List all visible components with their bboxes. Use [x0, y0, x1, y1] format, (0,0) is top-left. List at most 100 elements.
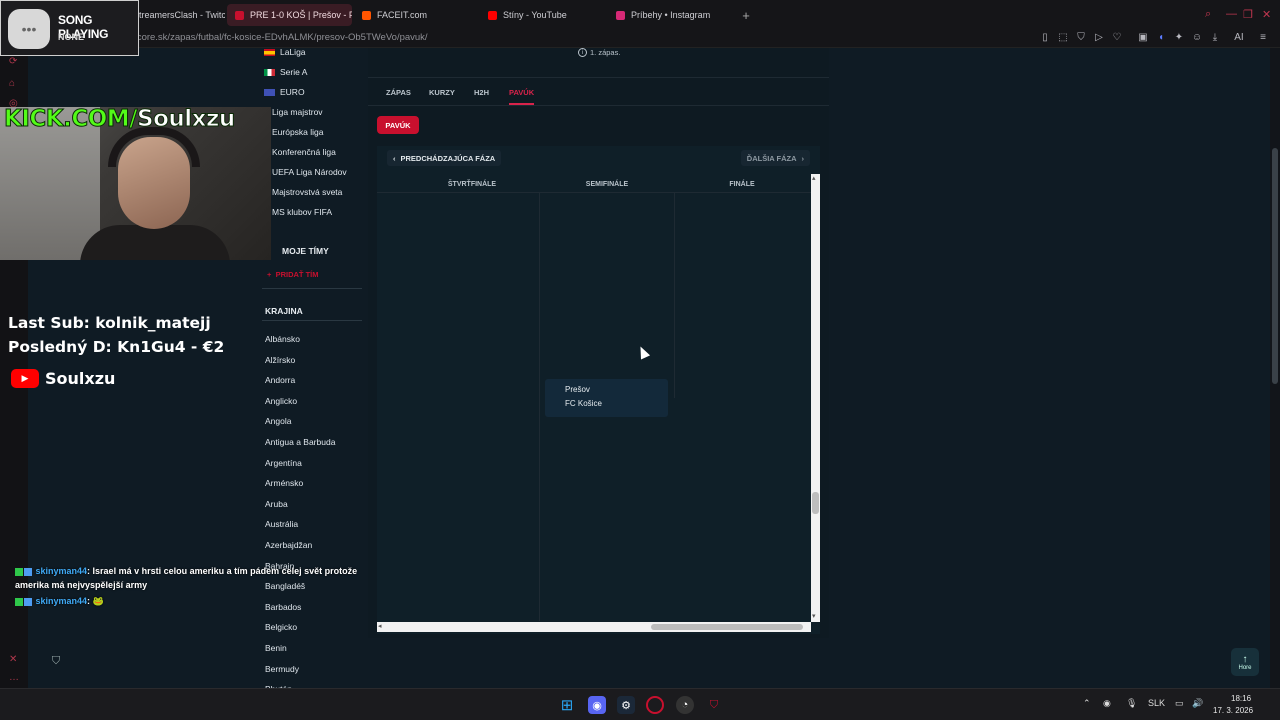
tab-label: Príbehy • Instagram: [631, 10, 711, 20]
headphones-icon: [108, 127, 200, 167]
scroll-down-icon[interactable]: ▾: [812, 612, 816, 620]
league-item-europa[interactable]: Európska liga: [272, 124, 324, 140]
youtube-name: Soulxzu: [45, 369, 116, 388]
kick-badge-icon: [15, 597, 23, 606]
maximize-icon[interactable]: ❐: [1243, 8, 1253, 21]
profile-icon[interactable]: ☺: [1190, 32, 1204, 43]
country-item[interactable]: Anglicko: [265, 396, 297, 406]
minimize-icon[interactable]: —: [1226, 8, 1237, 20]
league-item-club-world-cup[interactable]: MS klubov FIFA: [272, 204, 332, 220]
league-item-conference[interactable]: Konferenčná liga: [272, 144, 336, 160]
volume-icon[interactable]: 🔊: [1192, 698, 1203, 709]
sidebar-more-icon[interactable]: …: [9, 672, 19, 683]
country-item[interactable]: Barbados: [265, 602, 301, 612]
opera-gx-icon[interactable]: [646, 696, 664, 714]
url-field[interactable]: flashscore.sk/zapas/futbal/fc-kosice-EDv…: [112, 32, 428, 43]
close-icon[interactable]: ✕: [1262, 8, 1271, 21]
new-tab-button[interactable]: +: [738, 4, 754, 26]
country-item[interactable]: Benin: [265, 643, 287, 653]
search-icon[interactable]: ⌕: [1205, 8, 1211, 21]
shield-icon[interactable]: ⛉: [1074, 32, 1088, 43]
league-item-nations[interactable]: UEFA Liga Národov: [272, 164, 347, 180]
scroll-thumb[interactable]: [651, 624, 803, 630]
tab-bracket[interactable]: PAVÚK: [509, 88, 534, 97]
horizontal-scrollbar[interactable]: ◂: [377, 622, 811, 632]
country-item[interactable]: Arménsko: [265, 478, 303, 488]
youtube-handle: ▶ Soulxzu: [11, 369, 115, 388]
league-item-world-cup[interactable]: Majstrovstvá sveta: [272, 184, 342, 200]
chat-message-continued: amerika má nejvyspělejší army: [15, 580, 148, 590]
tab-match[interactable]: ZÁPAS: [386, 88, 411, 97]
menu-icon[interactable]: ≡: [1256, 32, 1270, 43]
bracket-filter-pill[interactable]: PAVÚK: [377, 116, 419, 134]
chevron-right-icon: ›: [801, 153, 805, 163]
discord-icon[interactable]: ◉: [588, 696, 606, 714]
windows-start-icon[interactable]: ⊞: [558, 696, 576, 714]
country-item[interactable]: Belgicko: [265, 622, 297, 632]
country-item[interactable]: Andorra: [265, 375, 295, 385]
heart-icon[interactable]: ♡: [1110, 32, 1124, 43]
clock-date[interactable]: 17. 3. 2026: [1213, 706, 1253, 715]
extension-icon[interactable]: ▣: [1136, 32, 1150, 43]
country-item[interactable]: Albánsko: [265, 334, 300, 344]
scroll-thumb[interactable]: [812, 492, 819, 514]
next-phase-button[interactable]: ĎALŠIA FÁZA ›: [740, 150, 810, 166]
country-item[interactable]: Bangladéš: [265, 581, 305, 591]
language-indicator[interactable]: SLK: [1148, 698, 1165, 708]
league-item-champions[interactable]: Liga majstrov: [272, 104, 323, 120]
tab-odds[interactable]: KURZY: [429, 88, 455, 97]
snapshot-icon[interactable]: ⬚: [1056, 32, 1070, 43]
tab-faceit[interactable]: FACEIT.com: [354, 4, 474, 26]
play-icon[interactable]: ▷: [1092, 32, 1106, 43]
scroll-up-icon[interactable]: ▴: [812, 174, 816, 182]
microphone-icon[interactable]: 🎙: [1126, 698, 1137, 709]
tray-chevron-up-icon[interactable]: ⌃: [1083, 698, 1091, 709]
obs-icon[interactable]: ◔: [676, 696, 694, 714]
league-label: Serie A: [280, 67, 308, 77]
scroll-left-icon[interactable]: ◂: [378, 622, 382, 630]
bookmark-icon[interactable]: ▯: [1038, 32, 1052, 43]
country-item[interactable]: Angola: [265, 416, 291, 426]
scroll-thumb[interactable]: [1272, 148, 1278, 384]
tab-h2h[interactable]: H2H: [474, 88, 489, 97]
country-item[interactable]: Antigua a Barbuda: [265, 437, 335, 447]
country-item[interactable]: Azerbajdžan: [265, 540, 312, 550]
country-item[interactable]: Argentína: [265, 458, 302, 468]
league-item-euro[interactable]: EURO: [264, 84, 305, 100]
puzzle-icon[interactable]: ✦: [1172, 32, 1186, 43]
page-scrollbar[interactable]: [1270, 48, 1280, 688]
back-to-top-button[interactable]: ↑ Hore: [1231, 648, 1259, 676]
team-away: FC Košice: [565, 399, 602, 408]
bracket-match[interactable]: Prešov FC Košice: [545, 379, 668, 417]
league-item-laliga[interactable]: LaLiga: [264, 44, 306, 60]
ai-button[interactable]: AI: [1228, 32, 1250, 43]
tab-flashscore[interactable]: PRE 1-0 KOŠ | Prešov - FC: [227, 4, 352, 26]
country-item[interactable]: Austrália: [265, 519, 298, 529]
my-teams-heading: MOJE TÍMY: [282, 246, 329, 256]
sub-badge-icon: [24, 597, 32, 606]
add-team-link[interactable]: + PRIDAŤ TÍM: [267, 270, 318, 279]
country-item[interactable]: Alžírsko: [265, 355, 295, 365]
flashscore-icon: [235, 10, 244, 20]
country-item[interactable]: Aruba: [265, 499, 288, 509]
shield-app-icon[interactable]: ⛉: [705, 696, 723, 714]
country-item[interactable]: Bermudy: [265, 664, 299, 674]
vertical-scrollbar[interactable]: ▴ ▾: [811, 174, 820, 622]
sidebar-speed-icon[interactable]: ⟳: [9, 56, 17, 67]
tab-instagram[interactable]: Príbehy • Instagram: [608, 4, 733, 26]
italy-flag-icon: [264, 68, 275, 76]
clock-time[interactable]: 18:16: [1231, 694, 1251, 703]
sidebar-gx-icon[interactable]: ✕: [9, 654, 17, 665]
download-icon[interactable]: ⤓: [1208, 32, 1222, 43]
audio-icon[interactable]: ◖: [1154, 32, 1168, 43]
tabs-divider: [368, 105, 829, 106]
league-label: Majstrovstvá sveta: [272, 187, 343, 197]
previous-phase-button[interactable]: ‹ PREDCHÁDZAJÚCA FÁZA: [387, 150, 502, 166]
tray-discord-icon[interactable]: ◉: [1103, 698, 1111, 709]
league-item-serie-a[interactable]: Serie A: [264, 64, 307, 80]
network-icon[interactable]: ▭: [1175, 698, 1184, 709]
sidebar-bag-icon[interactable]: ⌂: [9, 78, 15, 89]
address-bar: 🔒 flashscore.sk/zapas/futbal/fc-kosice-E…: [0, 30, 1280, 48]
steam-icon[interactable]: ⚙: [617, 696, 635, 714]
tab-youtube[interactable]: Stíny - YouTube: [480, 4, 605, 26]
